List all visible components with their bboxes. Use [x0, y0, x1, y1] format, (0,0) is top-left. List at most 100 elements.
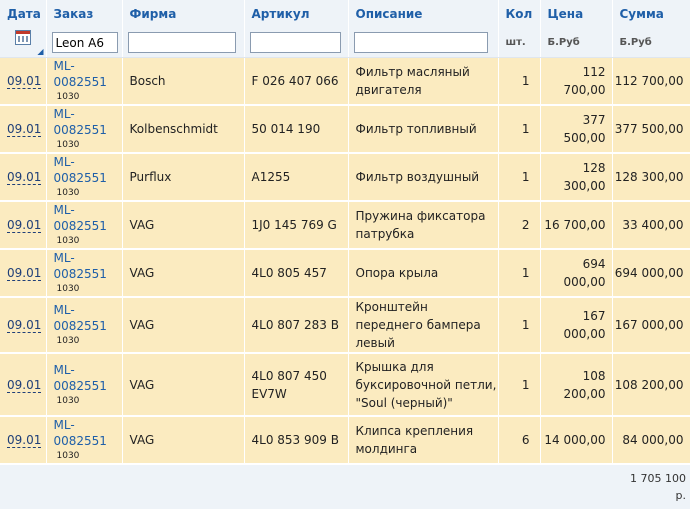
table-row: 09.01 ML-0082551 1030 VAG 1J0 145 769 G П… [0, 201, 690, 250]
row-date-cell: 09.01 [0, 297, 47, 354]
total-row: 1 705 100 р. [0, 464, 690, 509]
row-description: Фильтр топливный [348, 105, 499, 154]
row-qty: 1 [498, 249, 541, 298]
row-order-link[interactable]: ML-0082551 [54, 362, 122, 394]
row-order-cell: ML-0082551 1030 [46, 57, 123, 106]
brand-filter-input[interactable] [127, 32, 236, 53]
col-header-qty[interactable]: Кол [498, 0, 541, 28]
row-description: Крышка для буксировочной петли, "Soul (ч… [348, 353, 499, 417]
row-date[interactable]: 09.01 [7, 122, 42, 137]
row-brand: VAG [122, 297, 245, 354]
row-sum: 694 000,00 [612, 249, 690, 298]
order-filter-input[interactable] [51, 32, 118, 53]
row-date[interactable]: 09.01 [7, 170, 42, 185]
row-sum: 112 700,00 [612, 57, 690, 106]
row-description: Пружина фиксатора патрубка [348, 201, 499, 250]
row-article: 4L0 805 457 [244, 249, 349, 298]
row-price: 128 300,00 [540, 153, 613, 202]
row-article: 4L0 807 283 B [244, 297, 349, 354]
row-date-cell: 09.01 [0, 353, 47, 417]
table-row: 09.01 ML-0082551 1030 Kolbenschmidt 50 01… [0, 105, 690, 154]
table-row: 09.01 ML-0082551 1030 VAG 4L0 805 457 Опо… [0, 249, 690, 298]
table-row: 09.01 ML-0082551 1030 VAG 4L0 807 283 B К… [0, 297, 690, 354]
row-brand: VAG [122, 201, 245, 250]
row-brand: VAG [122, 249, 245, 298]
orders-table: Дата Заказ Фирма Артикул Описание Кол Це… [0, 0, 690, 509]
date-filter-cell: ◢ [0, 28, 47, 58]
row-date[interactable]: 09.01 [7, 74, 42, 89]
row-order-link[interactable]: ML-0082551 [54, 106, 122, 138]
row-brand: VAG [122, 416, 245, 465]
col-header-date[interactable]: Дата [0, 0, 47, 28]
row-brand: VAG [122, 353, 245, 417]
row-order-link[interactable]: ML-0082551 [54, 302, 122, 334]
col-header-description[interactable]: Описание [348, 0, 499, 28]
row-order-link[interactable]: ML-0082551 [54, 154, 122, 186]
row-order-sub: 1030 [56, 92, 80, 102]
row-description: Клипса крепления молдинга [348, 416, 499, 465]
total-amount: 1 705 100 [630, 472, 686, 485]
row-sum: 33 400,00 [612, 201, 690, 250]
row-sum: 167 000,00 [612, 297, 690, 354]
row-date-cell: 09.01 [0, 201, 47, 250]
row-order-sub: 1030 [56, 236, 80, 246]
table-row: 09.01 ML-0082551 1030 VAG 4L0 853 909 B К… [0, 416, 690, 465]
qty-unit: шт. [498, 28, 541, 58]
col-header-price[interactable]: Цена [540, 0, 613, 28]
row-order-cell: ML-0082551 1030 [46, 416, 123, 465]
row-order-sub: 1030 [56, 140, 80, 150]
col-header-sum[interactable]: Сумма [612, 0, 690, 28]
row-order-link[interactable]: ML-0082551 [54, 250, 122, 282]
row-price: 377 500,00 [540, 105, 613, 154]
col-header-article[interactable]: Артикул [244, 0, 349, 28]
total-cell: 1 705 100 р. [0, 464, 690, 509]
row-date-cell: 09.01 [0, 105, 47, 154]
row-price: 167 000,00 [540, 297, 613, 354]
row-date[interactable]: 09.01 [7, 266, 42, 281]
row-brand: Purflux [122, 153, 245, 202]
row-article: 1J0 145 769 G [244, 201, 349, 250]
table-row: 09.01 ML-0082551 1030 VAG 4L0 807 450 EV7… [0, 353, 690, 417]
article-filter-cell [244, 28, 349, 58]
total-currency: р. [675, 489, 686, 502]
table-row: 09.01 ML-0082551 1030 Purflux A1255 Фильт… [0, 153, 690, 202]
sort-arrow-icon[interactable]: ◢ [37, 47, 43, 56]
sum-unit: Б.Руб [612, 28, 690, 58]
row-price: 14 000,00 [540, 416, 613, 465]
row-qty: 1 [498, 353, 541, 417]
row-brand: Kolbenschmidt [122, 105, 245, 154]
row-date-cell: 09.01 [0, 57, 47, 106]
row-article: 4L0 807 450 EV7W [244, 353, 349, 417]
row-order-link[interactable]: ML-0082551 [54, 202, 122, 234]
row-qty: 1 [498, 57, 541, 106]
row-date[interactable]: 09.01 [7, 318, 42, 333]
row-sum: 84 000,00 [612, 416, 690, 465]
row-order-sub: 1030 [56, 188, 80, 198]
row-price: 16 700,00 [540, 201, 613, 250]
description-filter-input[interactable] [353, 32, 488, 53]
row-date[interactable]: 09.01 [7, 433, 42, 448]
calendar-icon[interactable] [14, 29, 31, 45]
col-header-brand[interactable]: Фирма [122, 0, 245, 28]
col-header-order[interactable]: Заказ [46, 0, 123, 28]
row-qty: 2 [498, 201, 541, 250]
row-sum: 377 500,00 [612, 105, 690, 154]
row-order-cell: ML-0082551 1030 [46, 105, 123, 154]
article-filter-input[interactable] [249, 32, 341, 53]
row-order-sub: 1030 [56, 336, 80, 346]
table-row: 09.01 ML-0082551 1030 Bosch F 026 407 066… [0, 57, 690, 106]
brand-filter-cell [122, 28, 245, 58]
row-date[interactable]: 09.01 [7, 377, 42, 393]
row-description: Кронштейн переднего бампера левый [348, 297, 499, 354]
row-description: Опора крыла [348, 249, 499, 298]
row-date[interactable]: 09.01 [7, 218, 42, 233]
row-order-sub: 1030 [56, 395, 80, 406]
row-price: 694 000,00 [540, 249, 613, 298]
description-filter-cell [348, 28, 499, 58]
row-sum: 128 300,00 [612, 153, 690, 202]
row-date-cell: 09.01 [0, 416, 47, 465]
row-order-link[interactable]: ML-0082551 [54, 417, 122, 449]
row-order-link[interactable]: ML-0082551 [54, 58, 122, 90]
row-description: Фильтр воздушный [348, 153, 499, 202]
price-unit: Б.Руб [540, 28, 613, 58]
